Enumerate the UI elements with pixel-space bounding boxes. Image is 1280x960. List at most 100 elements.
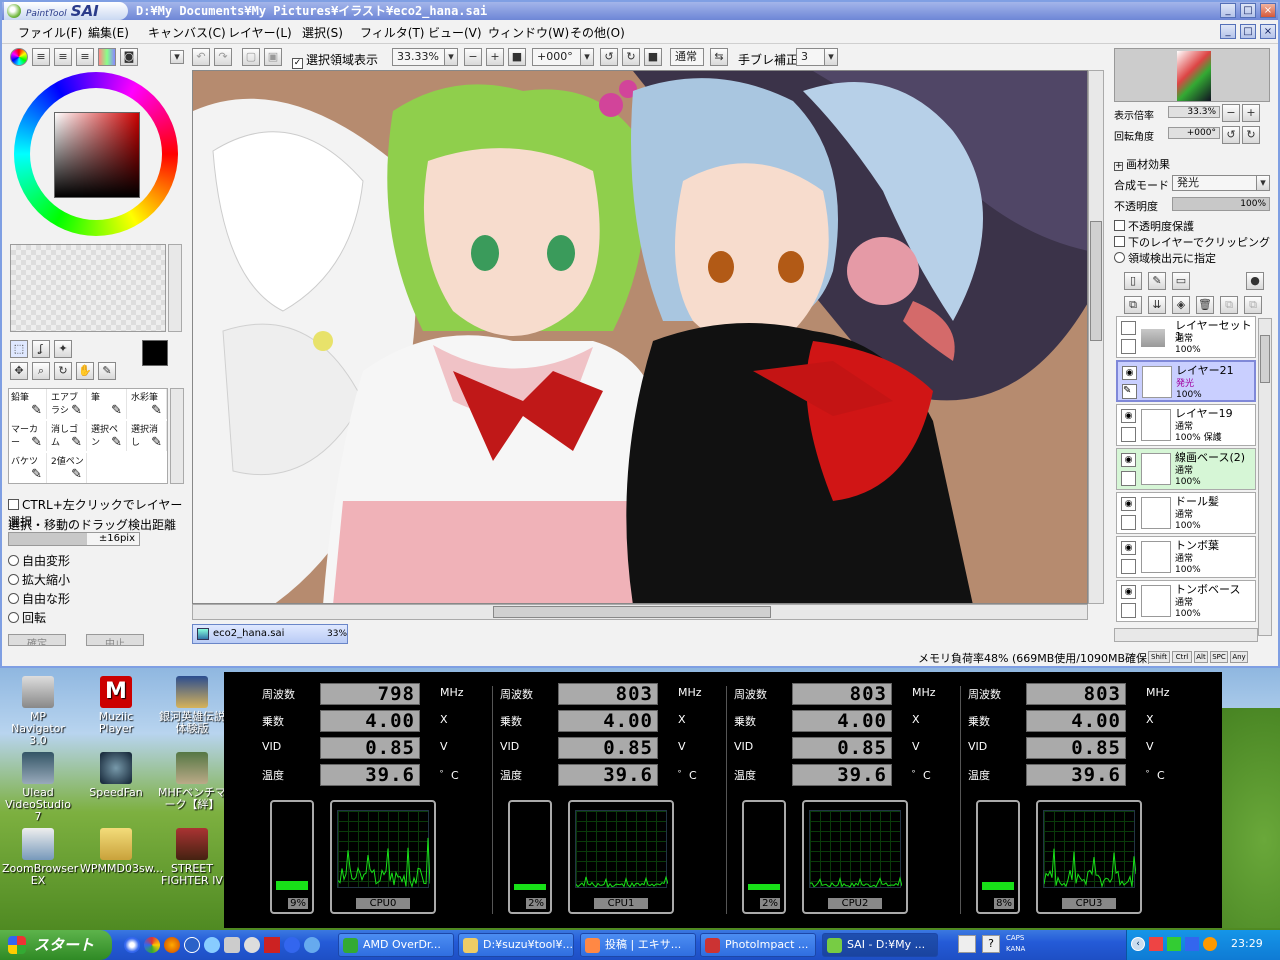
- tool-grid-scrollbar[interactable]: [170, 388, 184, 484]
- tool-row2-3[interactable]: 選択消し ✎: [129, 421, 167, 451]
- merge-down-icon[interactable]: ⇊: [1148, 296, 1166, 314]
- layer-list-scrollbar[interactable]: [1258, 318, 1272, 636]
- protect-opacity-option[interactable]: 不透明度保護: [1114, 218, 1194, 234]
- quicklaunch-app-icon[interactable]: [224, 937, 240, 953]
- eye-icon[interactable]: ◉: [1122, 366, 1137, 380]
- magic-wand-icon[interactable]: ✦: [54, 340, 72, 358]
- stabilizer-dropdown-icon[interactable]: ▾: [824, 48, 838, 66]
- desktop-icon-speedfan[interactable]: SpeedFan: [80, 752, 152, 799]
- blend-mode-select[interactable]: 発光: [1172, 175, 1258, 191]
- tray-app-icon[interactable]: [1185, 937, 1199, 951]
- rotation-select[interactable]: +000°: [532, 48, 584, 66]
- zoom-icon[interactable]: ⌕: [32, 362, 50, 380]
- hand-icon[interactable]: ✋: [76, 362, 94, 380]
- view-mode-select[interactable]: 通常: [670, 48, 704, 66]
- navigator-preview[interactable]: [1114, 48, 1270, 102]
- swatch-scrollbar[interactable]: [168, 244, 182, 332]
- maximize-button[interactable]: □: [1240, 3, 1256, 18]
- lock-icon[interactable]: [1121, 603, 1136, 618]
- taskbar-button-1[interactable]: D:¥suzu¥tool¥...: [458, 933, 574, 957]
- radio-icon[interactable]: [1114, 252, 1125, 263]
- taskbar-button-2[interactable]: 投稿 | エキサ...: [580, 933, 696, 957]
- eye-icon[interactable]: [1121, 321, 1136, 335]
- checkbox-icon[interactable]: [1114, 236, 1125, 247]
- rotation-dropdown-icon[interactable]: ▾: [580, 48, 594, 66]
- rgb-slider-icon[interactable]: ≡: [32, 48, 50, 66]
- desktop-icon-sf4[interactable]: STREET FIGHTER IV: [156, 828, 228, 887]
- canvas[interactable]: [192, 70, 1088, 604]
- quicklaunch-itunes-icon[interactable]: [244, 937, 260, 953]
- scroll-thumb[interactable]: [1260, 335, 1270, 383]
- radio-icon[interactable]: [8, 593, 19, 604]
- desktop-icon-wpmmd[interactable]: WPMMD03sw...: [80, 828, 163, 875]
- desktop-icon-ginga[interactable]: 銀河英雄伝説 体験版: [156, 676, 228, 735]
- nav-zoom-slider[interactable]: 33.3%: [1168, 106, 1220, 118]
- menu-item-6[interactable]: ビュー(V): [428, 24, 482, 41]
- saturation-value-square[interactable]: [54, 112, 140, 198]
- doc-restore-button[interactable]: □: [1240, 24, 1256, 39]
- zoom-in-button[interactable]: +: [486, 48, 504, 66]
- flip-horizontal-icon[interactable]: ⇆: [710, 48, 728, 66]
- layer-op-icon[interactable]: ⧉: [1244, 296, 1262, 314]
- transform-option-1[interactable]: 拡大縮小: [8, 571, 70, 588]
- checkbox-icon[interactable]: [1114, 220, 1125, 231]
- move-icon[interactable]: ✥: [10, 362, 28, 380]
- rect-select-icon[interactable]: ⬚: [10, 340, 28, 358]
- menu-item-1[interactable]: 編集(E): [88, 24, 129, 41]
- menu-item-2[interactable]: キャンバス(C): [148, 24, 226, 41]
- stabilizer-select[interactable]: 3: [796, 48, 826, 66]
- lock-icon[interactable]: [1121, 339, 1136, 354]
- layer-row[interactable]: ◉ ドール髪 通常 100%: [1116, 492, 1256, 534]
- new-layer-icon[interactable]: ▯: [1124, 272, 1142, 290]
- show-selection-toggle[interactable]: ✓ 選択領域表示: [292, 51, 378, 69]
- desktop-icon-mp-navigator[interactable]: MP Navigator 3.0: [2, 676, 74, 747]
- color-wheel-toggle-icon[interactable]: [10, 48, 28, 66]
- taskbar-button-4[interactable]: SAI - D:¥My ...: [822, 933, 938, 957]
- clear-layer-icon[interactable]: ◈: [1172, 296, 1190, 314]
- rotate-icon[interactable]: ↻: [54, 362, 72, 380]
- tool-row2-1[interactable]: 消しゴム ✎: [49, 421, 87, 451]
- quicklaunch-chrome-icon[interactable]: [144, 937, 160, 953]
- eye-icon[interactable]: ◉: [1121, 409, 1136, 423]
- desktop-icon-mhf[interactable]: MHFベンチマーク【絆】: [156, 752, 228, 811]
- lock-icon[interactable]: ✎: [1122, 384, 1137, 399]
- delete-layer-icon[interactable]: 🗑: [1196, 296, 1214, 314]
- ok-button[interactable]: 確定: [8, 634, 66, 646]
- blend-mode-dropdown-icon[interactable]: ▾: [1256, 175, 1270, 191]
- menu-item-0[interactable]: ファイル(F): [18, 24, 82, 41]
- tool-row1-1[interactable]: エアブラシ ✎: [49, 389, 87, 419]
- canvas-horizontal-scrollbar[interactable]: [192, 604, 1088, 620]
- menu-item-5[interactable]: フィルタ(T): [360, 24, 424, 41]
- menu-item-7[interactable]: ウィンドウ(W): [488, 24, 569, 41]
- quicklaunch-app2-icon[interactable]: [264, 937, 280, 953]
- tool-row1-0[interactable]: 鉛筆 ✎: [9, 389, 47, 419]
- document-tab[interactable]: eco2_hana.sai 33%: [192, 624, 348, 644]
- selection-source-option[interactable]: 領域検出元に指定: [1114, 250, 1216, 266]
- canvas-vertical-scrollbar[interactable]: [1088, 70, 1104, 604]
- tray-app-icon[interactable]: [1203, 937, 1217, 951]
- texture-effect-toggle[interactable]: + 画材効果: [1114, 156, 1170, 172]
- radio-icon[interactable]: [8, 574, 19, 585]
- radio-icon[interactable]: [8, 555, 19, 566]
- start-button[interactable]: スタート: [0, 930, 112, 960]
- checkbox-checked-icon[interactable]: ✓: [292, 58, 303, 69]
- checkbox-icon[interactable]: [8, 499, 19, 510]
- taskbar-button-3[interactable]: PhotoImpact ...: [700, 933, 816, 957]
- rotate-left-button[interactable]: ↺: [600, 48, 618, 66]
- tool-row1-3[interactable]: 水彩筆 ✎: [129, 389, 167, 419]
- lock-icon[interactable]: [1121, 515, 1136, 530]
- clock[interactable]: 23:29: [1231, 937, 1263, 950]
- scroll-thumb[interactable]: [493, 606, 771, 618]
- tool-row2-0[interactable]: マーカー ✎: [9, 421, 47, 451]
- swatch-area[interactable]: [10, 244, 166, 332]
- hsv-slider-icon[interactable]: ≡: [54, 48, 72, 66]
- eye-icon[interactable]: ◉: [1121, 497, 1136, 511]
- zoom-select[interactable]: 33.33%: [392, 48, 448, 66]
- tray-app-icon[interactable]: [1149, 937, 1163, 951]
- zoom-out-button[interactable]: −: [464, 48, 482, 66]
- desktop-icon-muziic[interactable]: M Muziic Player: [80, 676, 152, 735]
- layer-row[interactable]: ◉ 線画ベース(2) 通常 100%: [1116, 448, 1256, 490]
- drag-distance-slider[interactable]: ±16pix: [8, 532, 140, 546]
- tool-row1-2[interactable]: 筆 ✎: [89, 389, 127, 419]
- scroll-thumb[interactable]: [1090, 221, 1102, 341]
